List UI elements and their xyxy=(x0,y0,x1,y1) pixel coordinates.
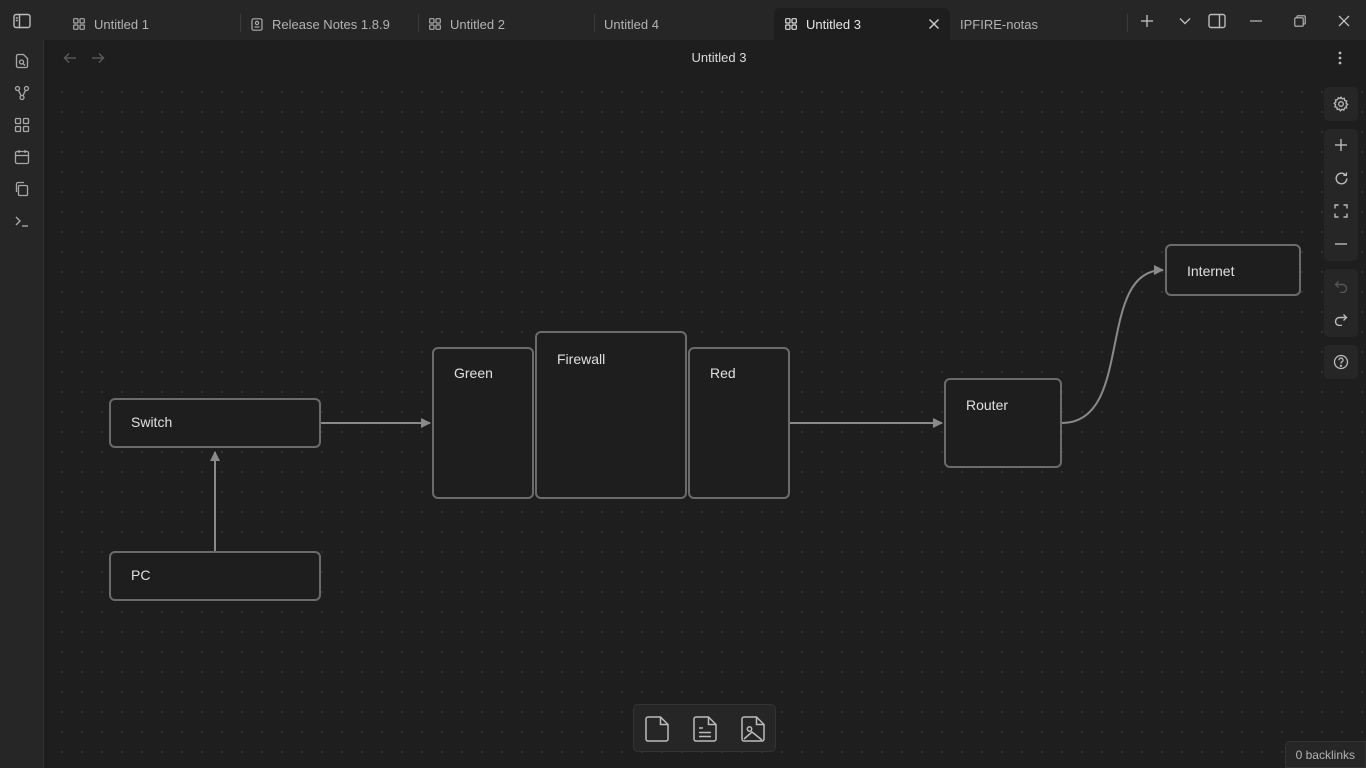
tab-label: IPFIRE-notas xyxy=(960,16,1039,32)
right-sidebar-toggle-icon[interactable] xyxy=(1206,10,1228,32)
tab-untitled-3[interactable]: Untitled 3 xyxy=(774,8,950,40)
status-backlinks[interactable]: 0 backlinks xyxy=(1284,741,1366,768)
canvas-node-switch[interactable]: Switch xyxy=(109,398,321,448)
canvas-node-red[interactable]: Red xyxy=(688,347,790,499)
new-tab-icon[interactable] xyxy=(1136,10,1158,32)
add-note-icon[interactable] xyxy=(690,714,720,744)
tab-label: Untitled 1 xyxy=(94,16,149,32)
undo-icon[interactable] xyxy=(1329,274,1353,298)
node-label: Firewall xyxy=(557,351,606,367)
redo-icon[interactable] xyxy=(1329,307,1353,331)
fit-to-screen-icon[interactable] xyxy=(1329,199,1353,223)
page-title[interactable]: Untitled 3 xyxy=(44,50,1366,65)
canvas-node-router[interactable]: Router xyxy=(944,378,1062,468)
node-label: Internet xyxy=(1187,263,1235,279)
canvas-icon xyxy=(72,17,86,31)
copy-icon[interactable] xyxy=(11,178,33,200)
sidebar-toggle-icon[interactable] xyxy=(11,10,33,32)
reset-zoom-icon[interactable] xyxy=(1329,166,1353,190)
minimize-icon[interactable] xyxy=(1245,10,1267,32)
restore-icon[interactable] xyxy=(1289,10,1311,32)
zoom-out-icon[interactable] xyxy=(1329,232,1353,256)
tab-untitled-4[interactable]: Untitled 4 xyxy=(594,8,770,40)
canvas-node-firewall[interactable]: Firewall xyxy=(535,331,687,499)
canvas-node-internet[interactable]: Internet xyxy=(1165,244,1301,296)
close-icon[interactable] xyxy=(926,16,942,32)
tab-label: Untitled 4 xyxy=(604,16,659,32)
tab-bar: Untitled 1 Release Notes 1.8.9 Untitled … xyxy=(0,0,1366,40)
calendar-icon[interactable] xyxy=(11,146,33,168)
tab-divider xyxy=(1127,14,1128,32)
canvas-node-green[interactable]: Green xyxy=(432,347,534,499)
canvas-add-toolbar xyxy=(633,704,776,752)
tab-label: Release Notes 1.8.9 xyxy=(272,16,390,32)
more-options-icon[interactable] xyxy=(1330,48,1350,68)
node-label: Green xyxy=(454,365,493,381)
canvas-node-pc[interactable]: PC xyxy=(109,551,321,601)
zoom-in-icon[interactable] xyxy=(1329,133,1353,157)
node-label: Router xyxy=(966,397,1009,413)
add-media-icon[interactable] xyxy=(738,714,768,744)
canvas-icon xyxy=(784,17,798,31)
canvas-icon[interactable] xyxy=(11,114,33,136)
help-icon[interactable] xyxy=(1329,350,1353,374)
view-header: Untitled 3 xyxy=(44,40,1366,76)
zoom-controls-group xyxy=(1324,129,1358,261)
terminal-icon[interactable] xyxy=(11,210,33,232)
tab-release-notes[interactable]: Release Notes 1.8.9 xyxy=(240,8,416,40)
history-controls-group xyxy=(1324,269,1358,337)
window-close-icon[interactable] xyxy=(1333,10,1355,32)
add-card-icon[interactable] xyxy=(642,714,672,744)
canvas-icon xyxy=(428,17,442,31)
node-label: PC xyxy=(131,567,151,583)
graph-view-icon[interactable] xyxy=(11,82,33,104)
help-group xyxy=(1324,345,1358,379)
gear-icon[interactable] xyxy=(1329,92,1353,116)
tab-untitled-2[interactable]: Untitled 2 xyxy=(418,8,594,40)
left-ribbon xyxy=(0,40,44,768)
file-search-icon[interactable] xyxy=(11,50,33,72)
tab-label: Untitled 3 xyxy=(806,16,861,32)
canvas-settings-group xyxy=(1324,87,1358,121)
tab-ipfire-notas[interactable]: IPFIRE-notas xyxy=(950,8,1126,40)
tab-label: Untitled 2 xyxy=(450,16,505,32)
node-label: Switch xyxy=(131,414,173,430)
node-label: Red xyxy=(710,365,736,381)
tab-untitled-1[interactable]: Untitled 1 xyxy=(62,8,238,40)
release-notes-icon xyxy=(250,17,264,31)
chevron-down-icon[interactable] xyxy=(1174,10,1196,32)
